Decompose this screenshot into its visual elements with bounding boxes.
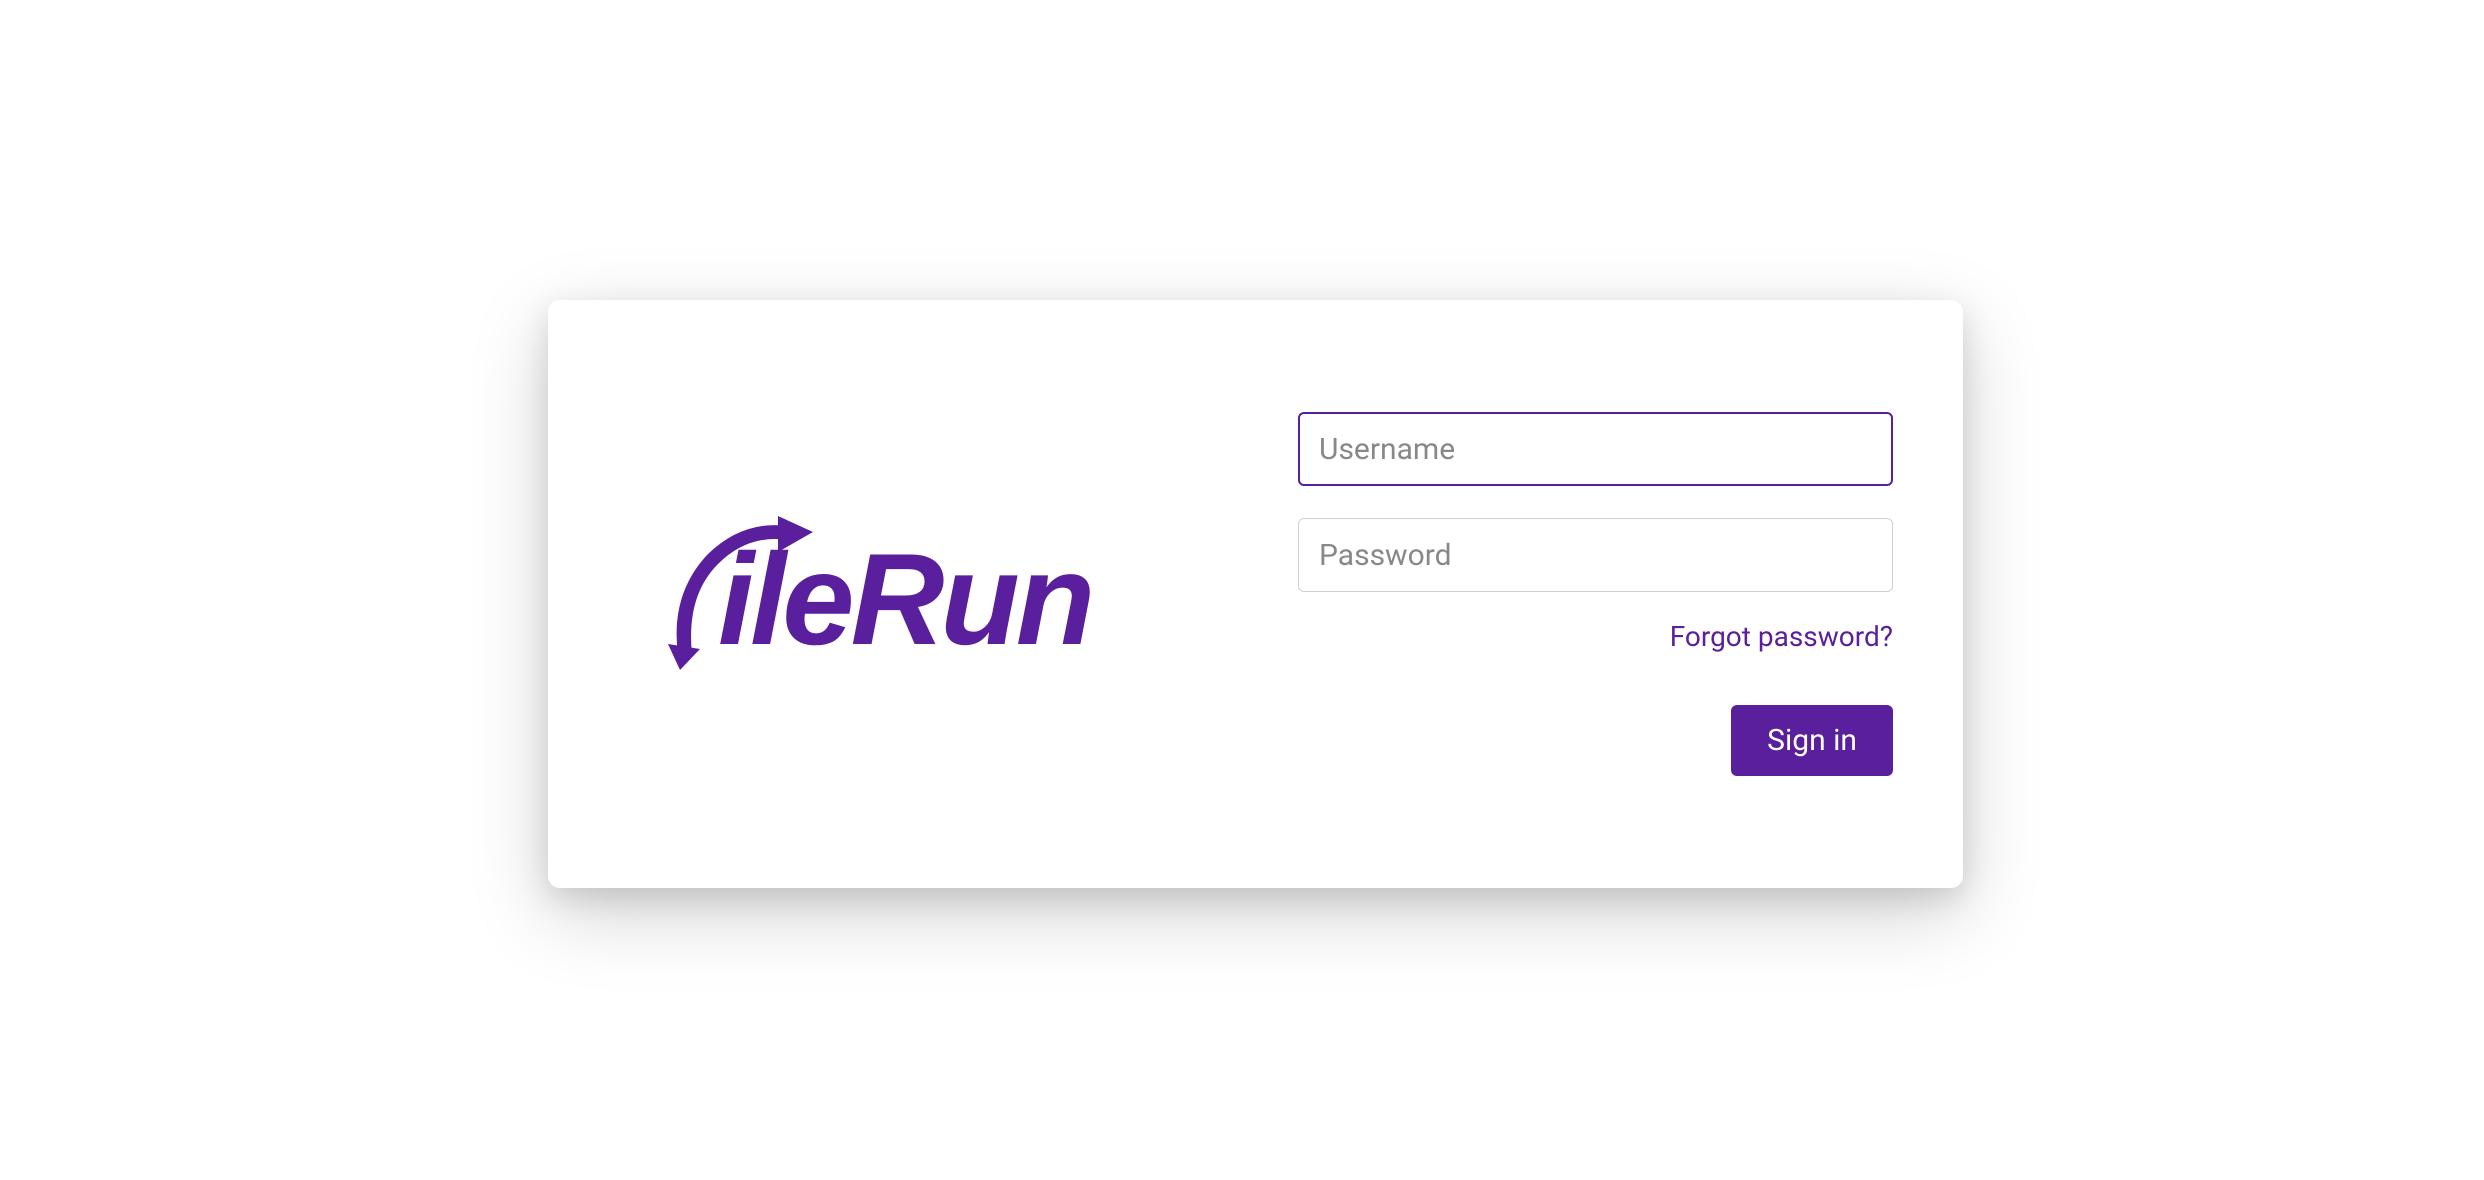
username-input[interactable]	[1298, 412, 1893, 486]
button-row: Sign in	[1298, 705, 1893, 776]
svg-text:ileRun: ileRun	[718, 526, 1091, 672]
forgot-password-link[interactable]: Forgot password?	[1670, 620, 1893, 653]
password-input[interactable]	[1298, 518, 1893, 592]
forgot-password-row: Forgot password?	[1298, 620, 1893, 653]
signin-button[interactable]: Sign in	[1731, 705, 1893, 776]
login-card: ileRun Forgot password? Sign in	[548, 300, 1963, 888]
filerun-logo: ileRun	[658, 504, 1218, 684]
login-form: Forgot password? Sign in	[1248, 412, 1903, 776]
logo-section: ileRun	[628, 504, 1248, 684]
